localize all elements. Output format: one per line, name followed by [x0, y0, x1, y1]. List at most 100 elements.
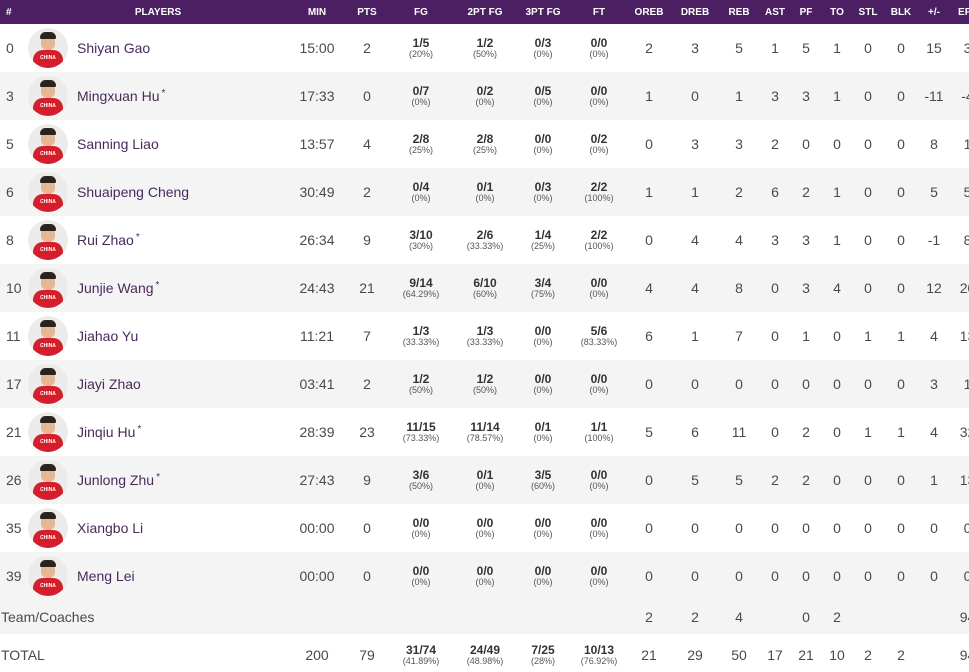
empty-cell: [516, 600, 570, 634]
player-name-link[interactable]: Mingxuan Hu *: [77, 88, 165, 104]
column-header[interactable]: FT: [570, 0, 628, 24]
stat-blk: 0: [897, 184, 905, 200]
player-cell[interactable]: CHINA Jiayi Zhao: [28, 360, 288, 408]
three-point-fg-made-attempted: 3/5: [534, 467, 552, 482]
points: 79: [359, 647, 375, 663]
player-name-link[interactable]: Meng Lei: [77, 568, 137, 584]
column-header[interactable]: DREB: [670, 0, 720, 24]
table-row[interactable]: 0 CHINA Shiyan Gao 15:00 2 1/5 (20%) 1/2 (50%) 0/…: [0, 24, 969, 72]
points: 0: [363, 88, 371, 104]
jersey-label: CHINA: [40, 55, 56, 61]
table-row[interactable]: 6 CHINA Shuaipeng Cheng 30:49 2 0/4 (0%) 0/1 (0%…: [0, 168, 969, 216]
column-header[interactable]: PLAYERS: [28, 0, 288, 24]
stat-dreb: 3: [691, 136, 699, 152]
player-cell[interactable]: CHINA Junjie Wang *: [28, 264, 288, 312]
player-name: Xiangbo Li: [77, 520, 144, 536]
three-point-fg-percentage: (0%): [533, 336, 553, 347]
stat-reb: 1: [735, 88, 743, 104]
stat-pm: 4: [930, 328, 938, 344]
column-header[interactable]: 3PT FG: [516, 0, 570, 24]
minutes: 00:00: [299, 568, 335, 584]
three-point-fg-percentage: (0%): [533, 48, 553, 59]
column-header[interactable]: BLK: [882, 0, 920, 24]
free-throws-percentage: (0%): [589, 48, 609, 59]
points: 4: [363, 136, 371, 152]
table-row[interactable]: 3 CHINA Mingxuan Hu * 17:33 0 0/7 (0%) 0/2 (0%) 0/…: [0, 72, 969, 120]
jersey-number: 8: [6, 232, 14, 248]
column-header[interactable]: FG: [388, 0, 454, 24]
column-header[interactable]: AST: [758, 0, 792, 24]
player-cell[interactable]: CHINA Mingxuan Hu *: [28, 72, 288, 120]
minutes: 30:49: [299, 184, 335, 200]
player-name-link[interactable]: Junjie Wang *: [77, 280, 159, 296]
points: 2: [363, 184, 371, 200]
jersey-number: 11: [6, 328, 21, 344]
stat-eff: 0: [963, 568, 969, 584]
column-header[interactable]: OREB: [628, 0, 670, 24]
jersey-label: CHINA: [40, 535, 56, 541]
player-cell[interactable]: CHINA Shiyan Gao: [28, 24, 288, 72]
player-name-link[interactable]: Jiayi Zhao: [77, 376, 143, 392]
stat-blk: 0: [897, 472, 905, 488]
three-point-fg: 3/5 (60%): [516, 456, 570, 504]
field-goals-made-attempted: 1/2: [412, 371, 430, 386]
player-name-link[interactable]: Sanning Liao: [77, 136, 161, 152]
team-coaches-label: Team/Coaches: [1, 609, 95, 625]
player-name: Jinqiu Hu: [77, 424, 136, 440]
player-name-link[interactable]: Shuaipeng Cheng: [77, 184, 191, 200]
player-name-link[interactable]: Shiyan Gao: [77, 40, 152, 56]
three-point-fg: 0/5 (0%): [516, 72, 570, 120]
stat-oreb: 1: [645, 88, 653, 104]
stat-ast: 0: [771, 520, 779, 536]
player-name-link[interactable]: Jiahao Yu: [77, 328, 140, 344]
table-row[interactable]: 10 CHINA Junjie Wang * 24:43 21 9/14 (64.29%) 6/…: [0, 264, 969, 312]
table-row[interactable]: 17 CHINA Jiayi Zhao 03:41 2 1/2 (50%) 1/2 (50%) 0…: [0, 360, 969, 408]
points: 9: [363, 232, 371, 248]
player-cell[interactable]: CHINA Jinqiu Hu *: [28, 408, 288, 456]
stat-pm: [920, 634, 948, 672]
column-header[interactable]: 2PT FG: [454, 0, 516, 24]
table-row[interactable]: 5 CHINA Sanning Liao 13:57 4 2/8 (25%) 2/8 (25%)…: [0, 120, 969, 168]
stat-oreb: 0: [645, 232, 653, 248]
player-cell[interactable]: CHINA Junlong Zhu *: [28, 456, 288, 504]
player-cell[interactable]: CHINA Shuaipeng Cheng: [28, 168, 288, 216]
stat-pf: 0: [802, 376, 810, 392]
three-point-fg-made-attempted: 0/5: [534, 83, 552, 98]
table-row[interactable]: 39 CHINA Meng Lei 00:00 0 0/0 (0%) 0/0 (0%) 0/0 (0…: [0, 552, 969, 600]
stat-blk: 0: [897, 376, 905, 392]
column-header[interactable]: STL: [854, 0, 882, 24]
column-header[interactable]: MIN: [288, 0, 346, 24]
column-header[interactable]: PTS: [346, 0, 388, 24]
column-header[interactable]: EFF: [948, 0, 969, 24]
table-row[interactable]: 21 CHINA Jinqiu Hu * 28:39 23 11/15 (73.33%) 11/…: [0, 408, 969, 456]
free-throws-made-attempted: 0/0: [590, 83, 608, 98]
stat-pm: [920, 600, 948, 634]
table-row[interactable]: 8 CHINA Rui Zhao * 26:34 9 3/10 (30%) 2/6 (33.33%…: [0, 216, 969, 264]
stat-stl: 1: [864, 328, 872, 344]
free-throws-made-attempted: 0/0: [590, 467, 608, 482]
avatar: CHINA: [28, 364, 68, 404]
player-name-link[interactable]: Junlong Zhu *: [77, 472, 160, 488]
column-header[interactable]: #: [0, 0, 28, 24]
table-row[interactable]: 11 CHINA Jiahao Yu 11:21 7 1/3 (33.33%) 1/3 (33.…: [0, 312, 969, 360]
player-cell[interactable]: CHINA Meng Lei: [28, 552, 288, 600]
two-point-fg: 1/2 (50%): [454, 360, 516, 408]
player-name-link[interactable]: Xiangbo Li: [77, 520, 145, 536]
points: 21: [359, 280, 375, 296]
player-name-link[interactable]: Jinqiu Hu *: [77, 424, 141, 440]
column-header[interactable]: REB: [720, 0, 758, 24]
minutes: 13:57: [299, 136, 335, 152]
avatar: CHINA: [28, 316, 68, 356]
player-cell[interactable]: CHINA Jiahao Yu: [28, 312, 288, 360]
player-name-link[interactable]: Rui Zhao *: [77, 232, 140, 248]
column-header[interactable]: TO: [820, 0, 854, 24]
table-row[interactable]: 35 CHINA Xiangbo Li 00:00 0 0/0 (0%) 0/0 (0%) 0/0…: [0, 504, 969, 552]
column-header[interactable]: PF: [792, 0, 820, 24]
column-header[interactable]: +/-: [920, 0, 948, 24]
player-cell[interactable]: CHINA Rui Zhao *: [28, 216, 288, 264]
stat-blk: 0: [897, 136, 905, 152]
player-cell[interactable]: CHINA Sanning Liao: [28, 120, 288, 168]
three-point-fg-percentage: (60%): [530, 480, 555, 491]
table-row[interactable]: 26 CHINA Junlong Zhu * 27:43 9 3/6 (50%) 0/1 (0%)…: [0, 456, 969, 504]
player-cell[interactable]: CHINA Xiangbo Li: [28, 504, 288, 552]
